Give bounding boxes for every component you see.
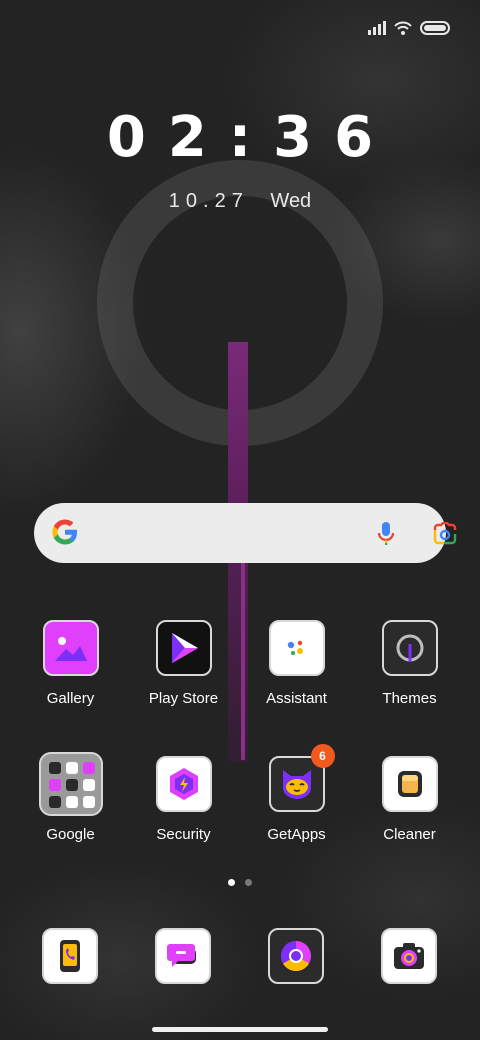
dock-chrome[interactable] [268,928,324,984]
phone-icon [60,940,80,972]
signal-bars-icon [368,21,386,35]
app-folder-google[interactable]: Google [14,752,127,843]
date-row: 10.27 Wed [0,190,480,213]
cleaner-icon [381,756,438,812]
app-getapps[interactable]: 6 GetApps [240,744,353,843]
google-g-icon [52,519,77,545]
app-assistant[interactable]: Assistant [240,620,353,707]
clock-date: 10.27 [168,190,249,212]
clock-weekday: Wed [270,190,312,212]
microphone-icon[interactable] [377,521,395,547]
security-icon [155,756,212,812]
page-dot[interactable] [245,879,252,886]
themes-icon [381,620,438,676]
app-label: Security [156,826,211,843]
dock-camera[interactable] [381,928,437,984]
app-label: Google [46,826,95,843]
app-cleaner[interactable]: Cleaner [353,756,466,843]
app-security[interactable]: Security [127,756,240,843]
dock-phone[interactable] [42,928,98,984]
google-search-bar[interactable] [34,503,457,563]
app-play-store[interactable]: Play Store [127,620,240,707]
dock-messages[interactable] [155,928,211,984]
status-bar [368,18,450,38]
chrome-icon [280,941,311,972]
gallery-icon [42,620,99,676]
notification-badge: 6 [310,744,335,768]
app-label: Assistant [266,690,327,707]
clock-time[interactable]: 02:36 [0,105,480,170]
app-label: GetApps [267,826,326,843]
app-gallery[interactable]: Gallery [14,620,127,707]
app-themes[interactable]: Themes [353,620,466,707]
home-gesture-bar[interactable] [152,1027,328,1032]
camera-icon [394,943,424,969]
google-folder-icon [38,752,103,816]
app-label: Gallery [46,690,95,707]
getapps-icon: 6 [268,744,335,812]
page-indicator [228,879,252,886]
assistant-icon [268,620,325,676]
google-lens-icon[interactable] [432,522,458,546]
app-label: Themes [382,690,437,707]
wifi-icon [394,21,412,35]
app-label: Play Store [148,690,219,707]
app-label: Cleaner [383,826,436,843]
messages-icon [167,944,196,967]
page-dot-active[interactable] [228,879,235,886]
battery-full-icon [420,21,450,35]
play-store-icon [155,620,212,676]
